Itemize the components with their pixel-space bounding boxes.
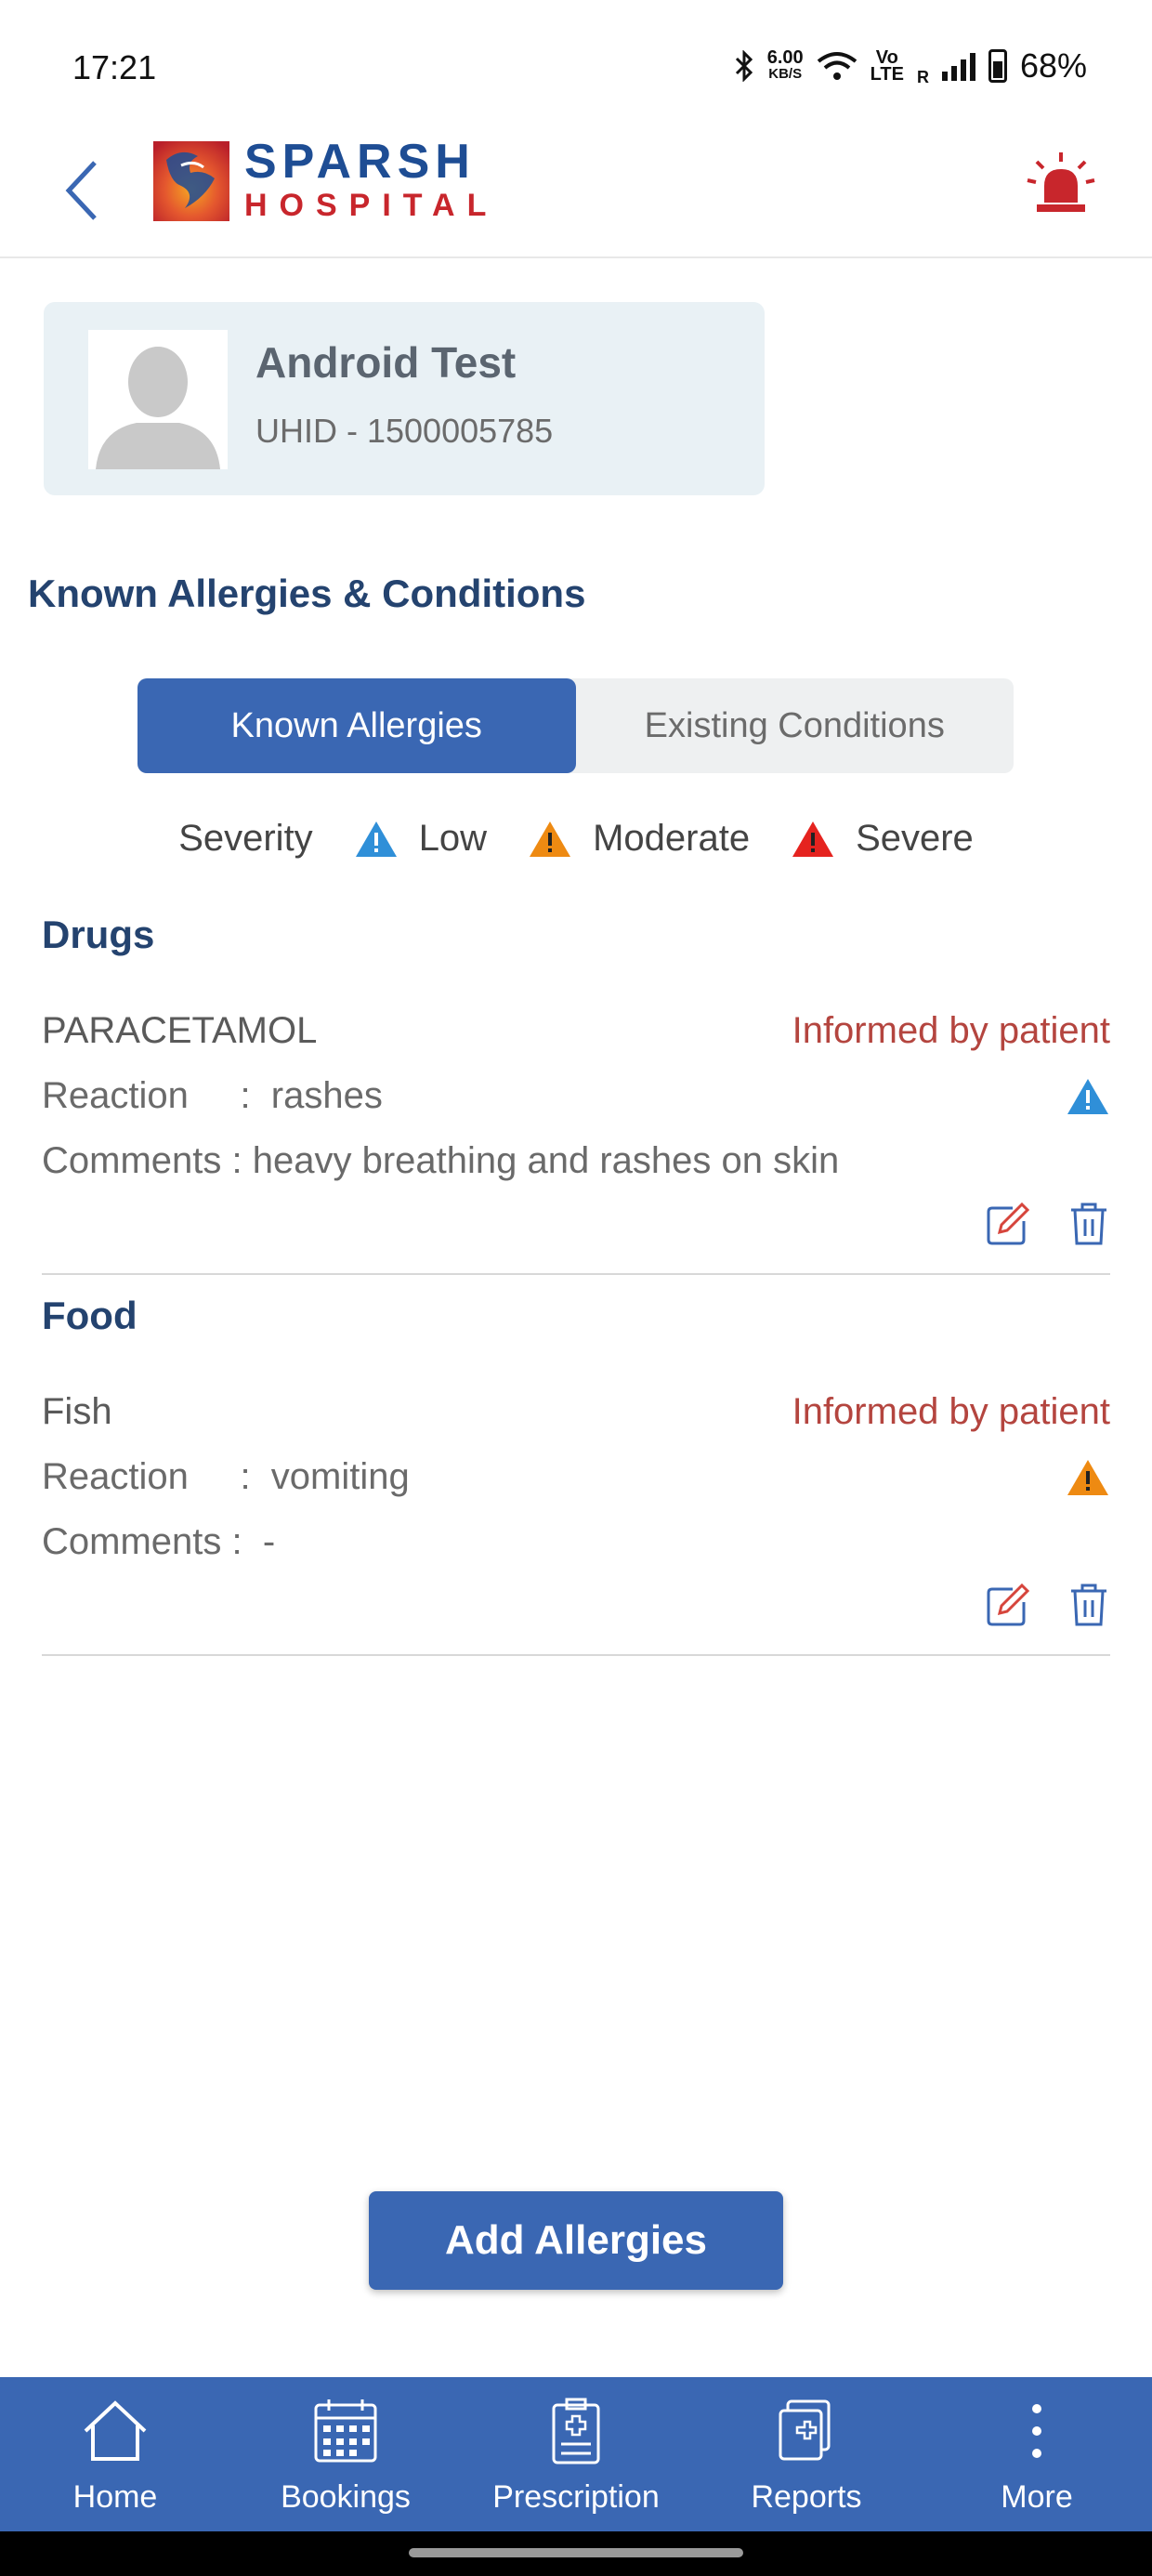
emergency-button[interactable] — [1026, 149, 1096, 219]
logo-mark-icon — [153, 141, 229, 221]
tab-existing-conditions[interactable]: Existing Conditions — [576, 678, 1015, 773]
reaction-row: Reaction : vomiting — [42, 1456, 410, 1497]
comments-row: Comments : - — [42, 1521, 276, 1562]
trash-icon[interactable] — [1067, 1582, 1110, 1628]
nav-reports[interactable]: Reports — [691, 2377, 922, 2531]
status-bar: 17:21 6.00 KB/S Vo LTE R 68% — [0, 0, 1152, 121]
wifi-icon — [817, 52, 857, 80]
nav-bookings[interactable]: Bookings — [230, 2377, 461, 2531]
edit-icon[interactable] — [985, 1201, 1031, 1247]
battery-percent: 68% — [1019, 46, 1087, 85]
siren-icon — [1027, 152, 1095, 212]
warning-severe-icon — [792, 821, 834, 857]
informed-by-label: Informed by patient — [792, 1391, 1110, 1432]
bluetooth-icon — [735, 50, 753, 82]
nav-label: Bookings — [281, 2479, 411, 2515]
severity-low-icon — [1067, 1079, 1108, 1114]
volte-indicator: Vo LTE — [870, 47, 904, 85]
net-speed: 6.00 KB/S — [766, 47, 804, 82]
nav-prescription[interactable]: Prescription — [461, 2377, 691, 2531]
prescription-clipboard-icon — [552, 2398, 600, 2464]
roaming-indicator: R — [916, 68, 929, 86]
status-time: 17:21 — [72, 48, 157, 86]
hospital-logo: SPARSH HOSPITAL — [153, 138, 498, 225]
back-button[interactable] — [58, 153, 113, 228]
calendar-icon — [314, 2399, 377, 2463]
patient-card: Android Test UHID - 1500005785 — [44, 302, 765, 495]
chevron-left-icon — [65, 161, 97, 220]
signal-icon — [941, 51, 975, 81]
legend-low: Low — [418, 818, 488, 859]
category-title: Drugs — [42, 913, 155, 956]
more-vertical-icon — [1032, 2404, 1041, 2458]
allergy-entry: Fish Informed by patient Reaction : vomi… — [42, 1391, 1110, 1626]
reaction-row: Reaction : rashes — [42, 1075, 383, 1116]
patient-uhid: UHID - 1500005785 — [255, 412, 554, 450]
reports-icon — [779, 2399, 831, 2461]
system-nav-bar — [0, 2531, 1152, 2576]
severity-legend: Severity Low Moderate Severe — [0, 818, 1152, 860]
battery-icon — [988, 49, 1007, 83]
informed-by-label: Informed by patient — [792, 1010, 1110, 1051]
trash-icon[interactable] — [1067, 1201, 1110, 1247]
comments-row: Comments : heavy breathing and rashes on… — [42, 1140, 840, 1181]
legend-severe: Severe — [856, 818, 974, 859]
nav-label: More — [1001, 2479, 1073, 2515]
nav-more[interactable]: More — [922, 2377, 1152, 2531]
allergy-tabs: Known Allergies Existing Conditions — [137, 678, 1014, 773]
avatar — [88, 330, 228, 469]
allergy-name: Fish — [42, 1391, 112, 1432]
tab-known-allergies[interactable]: Known Allergies — [137, 678, 576, 773]
logo-line2: HOSPITAL — [244, 188, 499, 223]
legend-title: Severity — [178, 818, 313, 859]
category-title: Food — [42, 1294, 137, 1337]
logo-text: SPARSH HOSPITAL — [244, 138, 498, 225]
severity-moderate-icon — [1067, 1460, 1108, 1495]
nav-label: Home — [72, 2479, 158, 2515]
add-allergies-button[interactable]: Add Allergies — [369, 2191, 783, 2290]
patient-name: Android Test — [255, 338, 517, 387]
bottom-nav: Home Bookings Prescription Reports More — [0, 2377, 1152, 2531]
edit-icon[interactable] — [985, 1582, 1031, 1628]
logo-line1: SPARSH — [244, 135, 476, 189]
warning-low-icon — [355, 821, 397, 857]
nav-home[interactable]: Home — [0, 2377, 230, 2531]
legend-moderate: Moderate — [593, 818, 751, 859]
allergy-entry: PARACETAMOL Informed by patient Reaction… — [42, 1010, 1110, 1245]
status-icons: 6.00 KB/S Vo LTE R 68% — [734, 46, 1087, 85]
divider — [42, 1654, 1110, 1656]
page-title: Known Allergies & Conditions — [28, 572, 586, 615]
home-icon — [84, 2400, 147, 2461]
warning-moderate-icon — [530, 821, 571, 857]
user-placeholder-icon — [96, 347, 220, 469]
divider — [42, 1273, 1110, 1275]
nav-label: Prescription — [492, 2479, 660, 2515]
app-header: SPARSH HOSPITAL — [0, 121, 1152, 258]
nav-label: Reports — [751, 2479, 862, 2515]
home-gesture-handle[interactable] — [409, 2548, 743, 2557]
allergy-name: PARACETAMOL — [42, 1010, 318, 1051]
